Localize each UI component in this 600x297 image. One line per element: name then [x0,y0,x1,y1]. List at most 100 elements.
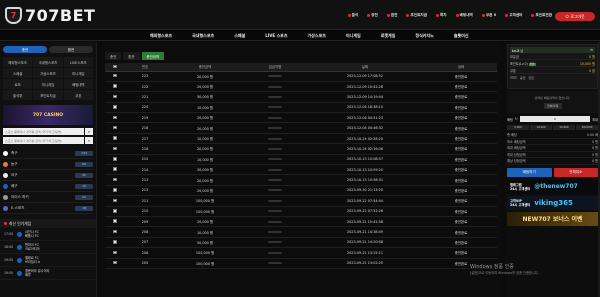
row-checkbox[interactable] [113,136,117,140]
table-row[interactable]: 209 20,000 원 2023-09-21 15:41:58 충전완료 [105,216,497,228]
quick-link[interactable]: 미니게임 [33,79,63,89]
refresh-icon[interactable]: ↻ [515,117,518,121]
top-menu-coupon[interactable]: 쿠폰 0 [481,13,496,18]
nav-virtual-sports[interactable]: 가상스포츠 [298,33,336,39]
left-tab-deposit[interactable]: 충전 [3,46,47,53]
row-checkbox[interactable] [113,209,117,213]
table-row[interactable]: 223 20,000 원 2023-12-09 17:08:52 충전완료 [105,71,497,82]
table-row[interactable]: 206 100,000 원 2023-09-21 13:25:11 충전완료 [105,247,497,259]
top-menu-attendance[interactable]: 출석 [347,13,358,18]
table-row[interactable]: 212 20,000 원 2023-09-30 21:13:20 충전완료 [105,185,497,197]
logout-button[interactable]: ⏻ 로그아웃 [555,12,595,21]
table-row[interactable]: 219 20,000 원 2023-12-04 04:51:23 충전완료 [105,112,497,124]
cancel-all-button[interactable]: 전체취소 [553,167,598,177]
search-input[interactable] [3,128,84,135]
table-row[interactable]: 205 100,000 원 2023-09-21 13:02:20 충전완료 [105,258,497,269]
match-item[interactable]: 19:00 콜롬비아 유나이티 페루 [0,267,96,280]
quick-link[interactable]: 포인트지급 [33,90,63,100]
place-bet-button[interactable]: 배팅하기 [507,167,552,177]
sport-item-soccer[interactable]: 축구 234 [3,148,93,159]
table-row[interactable]: 218 20,000 원 2023-12-04 04:46:32 충전완료 [105,122,497,134]
toggle-switch[interactable] [510,75,517,80]
row-checkbox[interactable] [113,177,117,182]
table-row[interactable]: 217 10,000 원 2023-10-24 02:28:20 충전완료 [105,133,497,145]
table-row[interactable]: 210 100,000 원 2023-09-22 07:52:26 충전완료 [105,206,497,217]
top-menu-points[interactable]: 포인트지급 [406,13,427,18]
quick-amount-button[interactable]: 10,000 [530,125,552,130]
vip-banner[interactable]: 고객VIP 24시 고객센터 viking365 [507,195,598,210]
quick-link[interactable]: 가상스포츠 [33,68,63,78]
mail-icon[interactable]: ✉ [590,48,593,52]
table-row[interactable]: 213 20,000 원 2023-10-13 10:58:31 충전완료 [105,174,497,186]
table-row[interactable]: 220 10,000 원 2023-12-04 18:38:10 충전완료 [105,102,497,114]
nav-special[interactable]: 스페셜 [224,33,255,39]
row-checkbox[interactable] [113,157,117,161]
nav-overseas-sports[interactable]: 해외형스포츠 [140,33,182,39]
table-row[interactable]: 215 10,000 원 2023-10-13 10:08:57 충전완료 [105,154,497,166]
quick-amount-button[interactable]: 50,000 [553,125,575,130]
quick-link[interactable]: LIVE스포츠 [63,57,93,67]
select-all-checkbox[interactable] [113,64,117,68]
quick-link[interactable]: 미니게임 [63,68,93,78]
top-menu-withdraw[interactable]: 환전 [386,13,397,18]
nav-live-sports[interactable]: LIVE 스포츠 [255,33,297,39]
search-input-2[interactable] [3,137,84,144]
sport-item-baseball[interactable]: 야구 32 [3,170,93,181]
match-item[interactable]: 19:00 벨레르 FC 브라질리 A [0,254,96,267]
row-checkbox[interactable] [113,240,117,244]
quick-link[interactable]: 로또 [3,79,33,89]
table-row[interactable]: 211 100,000 원 2023-09-22 07:54:44 충전완료 [105,195,497,207]
row-checkbox[interactable] [113,167,117,171]
row-checkbox[interactable] [113,105,117,109]
quick-amount-button[interactable]: 100,000 [576,125,598,130]
sport-item-basketball[interactable]: 농구 56 [3,159,93,170]
telegram-banner[interactable]: 텔레그램 24시 고객센터 @thenew707 [507,179,598,194]
row-checkbox[interactable] [113,73,117,78]
top-menu-message[interactable]: 쪽지 [436,13,447,18]
row-checkbox[interactable] [113,260,117,265]
row-checkbox[interactable] [113,188,117,192]
quick-link[interactable]: 스페셜 [3,68,33,78]
tab-deposit-history[interactable]: 충전내역 [141,52,164,60]
table-row[interactable]: 222 20,000 원 2023-12-09 10:42:28 충전완료 [105,81,497,93]
casino-promo-banner[interactable]: 707 CASINO [3,105,93,125]
table-row[interactable]: 221 30,000 원 2023-12-09 14:19:44 충전완료 [105,91,497,103]
top-menu-deposit[interactable]: 충전 [367,13,378,18]
table-row[interactable]: 214 30,000 원 2023-10-13 10:59:20 충전완료 [105,164,497,176]
row-checkbox[interactable] [113,250,117,255]
row-checkbox[interactable] [113,125,117,130]
search-icon[interactable]: ⌕ [85,137,93,144]
tab-deposit[interactable]: 충전 [105,52,122,60]
row-checkbox[interactable] [113,115,117,119]
quick-link[interactable]: 해외형스포츠 [3,57,33,67]
bonus-event-banner[interactable]: NEW707 보너스 이벤 [507,211,598,226]
top-menu-bet-history[interactable]: 베팅내역 [455,13,473,18]
match-item[interactable]: 18:00 덴마크 FC 크로아티아 [0,241,96,254]
quick-link[interactable]: 국내형스포츠 [33,57,63,67]
table-row[interactable]: 207 50,000 원 2023-09-21 14:20:48 충전완료 [105,237,497,249]
top-menu-support[interactable]: 고객센터 [505,13,522,18]
row-checkbox[interactable] [113,146,117,151]
nav-rocket-game[interactable]: 로켓게임 [371,33,406,39]
quick-amount-button[interactable]: 5,000 [507,125,529,130]
sport-item-esports[interactable]: E-스포츠 18 [3,203,93,214]
sport-item-icehockey[interactable]: 아이스 하키 22 [3,192,93,203]
convert-points-button[interactable]: 전환 [528,62,536,66]
left-tab-withdraw[interactable]: 환전 [49,46,93,53]
clear-all-button[interactable]: 전체삭제 [543,102,562,109]
row-checkbox[interactable] [113,84,117,88]
nav-slots[interactable]: 슬롯머신 [444,33,479,39]
search-icon[interactable]: ⌕ [85,128,93,135]
row-checkbox[interactable] [113,229,117,234]
table-row[interactable]: 216 20,000 원 2023-10-24 02:16:06 충전완료 [105,143,497,155]
row-checkbox[interactable] [113,94,117,99]
table-row[interactable]: 208 10,000 원 2023-09-21 14:38:49 충전완료 [105,226,497,238]
quick-link[interactable]: 출석부 [3,90,33,100]
nav-minigame[interactable]: 미니게임 [336,33,371,39]
nav-domestic-sports[interactable]: 국내형스포츠 [182,33,224,39]
logo[interactable]: 7 707BET [5,6,95,25]
sport-item-volleyball[interactable]: 배구 12 [3,181,93,192]
quick-link[interactable]: 베팅내역 [63,79,93,89]
tab-withdraw[interactable]: 환전 [123,52,140,60]
bet-amount-input[interactable]: 0 [519,116,591,122]
